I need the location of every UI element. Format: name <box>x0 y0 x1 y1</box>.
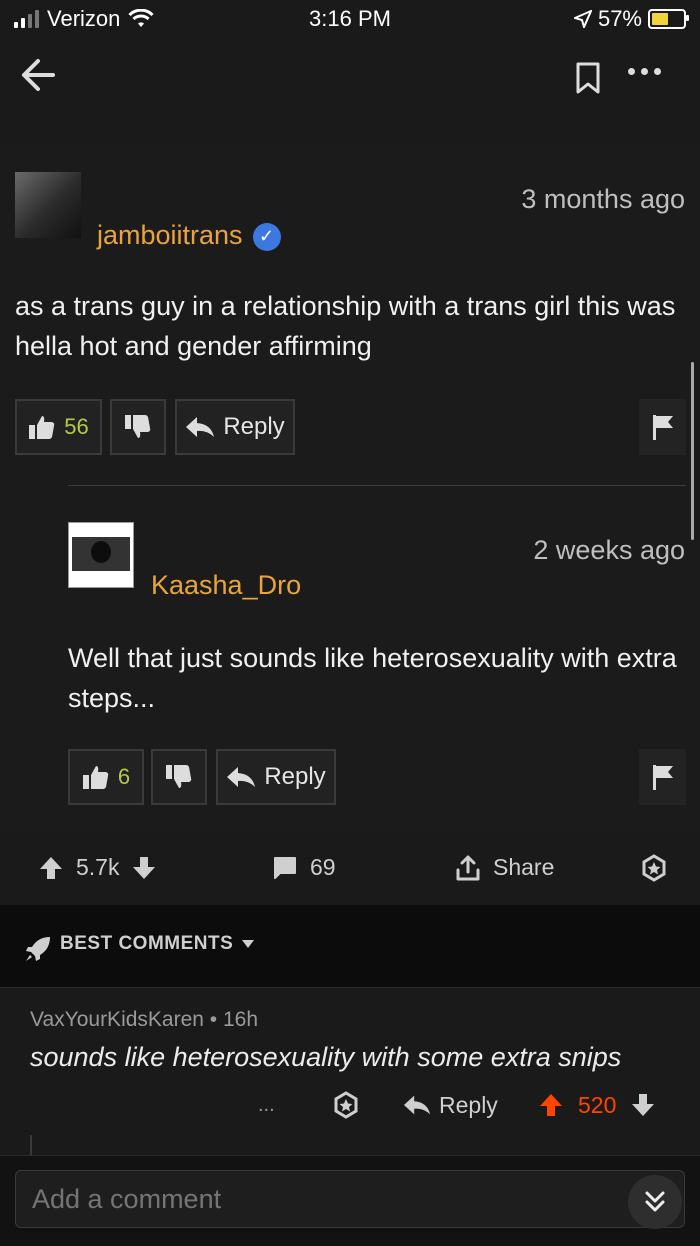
downvote-icon[interactable] <box>630 1092 656 1118</box>
award-icon <box>334 1091 358 1119</box>
rocket-icon <box>26 937 50 961</box>
flag-icon <box>652 415 673 440</box>
reply-author[interactable]: Kaasha_Dro <box>151 570 301 601</box>
comment-age: 16h <box>222 1008 259 1031</box>
comments-button[interactable]: 69 <box>272 830 336 905</box>
dislike-button[interactable] <box>151 749 207 805</box>
jump-down-button[interactable] <box>628 1175 682 1229</box>
comment-score: 520 <box>578 1091 617 1118</box>
share-icon <box>456 855 480 880</box>
comment-author-name[interactable]: VaxYourKidsKaren <box>30 1008 204 1031</box>
thread-line <box>30 1135 32 1155</box>
dislike-button[interactable] <box>110 399 166 455</box>
username[interactable]: jamboiitrans <box>97 220 243 250</box>
thumbs-down-icon <box>166 765 192 788</box>
flag-button[interactable] <box>639 399 686 455</box>
share-button[interactable]: Share <box>455 830 554 905</box>
award-button[interactable] <box>332 1085 360 1125</box>
more-options-icon[interactable] <box>628 68 661 75</box>
sort-label[interactable]: BEST COMMENTS <box>60 933 233 955</box>
thumbs-up-icon <box>82 766 109 789</box>
downvote-icon[interactable] <box>131 855 157 881</box>
thumbs-up-icon <box>29 416 55 439</box>
battery-percent: 57% <box>597 6 642 31</box>
like-button[interactable]: 56 <box>15 399 102 455</box>
vote-group: 5.7k <box>38 830 157 905</box>
reply-button[interactable]: Reply <box>175 399 295 455</box>
reply-arrow-icon <box>403 1095 431 1115</box>
reply-time: 2 weeks ago <box>533 535 685 565</box>
comment-meta: VaxYourKidsKaren • 16h <box>30 1008 258 1032</box>
comment-count: 69 <box>310 854 336 880</box>
sort-label-group[interactable]: BEST COMMENTS <box>60 933 255 955</box>
share-label: Share <box>493 854 555 880</box>
section-divider <box>0 987 700 988</box>
comment-body: sounds like heterosexuality with some ex… <box>30 1042 622 1072</box>
award-icon <box>642 853 666 882</box>
reply-arrow-icon <box>227 767 256 787</box>
like-count: 56 <box>64 414 89 439</box>
scrollbar[interactable] <box>691 362 694 540</box>
comment-bubble-icon <box>274 856 296 879</box>
post-score: 5.7k <box>76 854 120 880</box>
verified-icon: ✓ <box>252 222 281 251</box>
comment-author[interactable]: jamboiitrans ✓ <box>97 220 281 251</box>
comment-vote-group: 520 <box>538 1085 656 1125</box>
flag-button[interactable] <box>639 749 686 805</box>
like-count: 6 <box>117 764 131 789</box>
meta-dot: • <box>209 1008 223 1031</box>
comment-time: 3 months ago <box>521 184 685 214</box>
comment-reply-button[interactable]: Reply <box>403 1085 498 1125</box>
status-bar: Verizon 3:16 PM 57% <box>0 0 700 40</box>
thumbs-down-icon <box>125 415 151 438</box>
back-arrow-icon[interactable] <box>20 58 56 92</box>
comment-text: as a trans guy in a relationship with a … <box>15 291 676 361</box>
chevron-down-icon <box>242 940 255 948</box>
sort-bar[interactable]: BEST COMMENTS <box>0 905 700 987</box>
post-action-bar: 5.7k 69 Share <box>0 830 700 905</box>
like-button[interactable]: 6 <box>68 749 144 805</box>
reply-text: Well that just sounds like heterosexuali… <box>68 643 677 713</box>
avatar[interactable] <box>15 172 81 238</box>
flag-icon <box>652 765 673 790</box>
upvote-icon[interactable] <box>538 1092 564 1118</box>
battery-icon <box>648 9 689 29</box>
status-right: 57% <box>573 6 689 32</box>
upvote-icon[interactable] <box>38 855 64 881</box>
reply-label: Reply <box>439 1091 498 1118</box>
reply-button[interactable]: Reply <box>216 749 336 805</box>
reply-divider <box>68 485 686 486</box>
avatar[interactable] <box>68 522 134 588</box>
reply-arrow-icon <box>186 417 215 437</box>
location-icon <box>573 10 592 28</box>
award-button[interactable] <box>640 830 668 905</box>
comment-input[interactable] <box>15 1170 685 1228</box>
reply-label: Reply <box>223 413 285 440</box>
double-chevron-down-icon <box>645 1191 665 1212</box>
more-label[interactable]: ... <box>258 1094 275 1117</box>
bookmark-icon[interactable] <box>575 61 601 95</box>
more-button[interactable]: ... <box>258 1085 275 1125</box>
reply-label: Reply <box>264 763 326 790</box>
